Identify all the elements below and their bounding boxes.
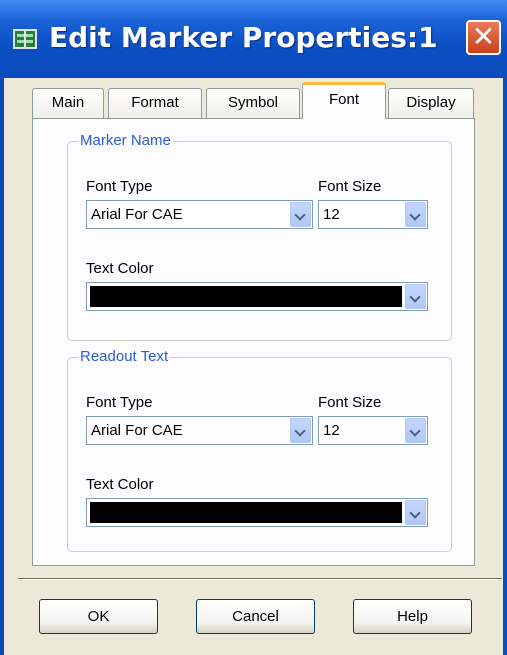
color-swatch: [90, 502, 402, 523]
font-size-select[interactable]: 12: [318, 416, 428, 445]
font-type-label: Font Type: [86, 178, 153, 195]
tab-format[interactable]: Format: [108, 88, 202, 118]
font-tab-panel: Marker Name Font Type Font Size Arial Fo…: [32, 118, 475, 566]
text-color-select[interactable]: [86, 498, 428, 527]
readout-text-group: Readout Text Font Type Font Size Arial F…: [67, 348, 452, 552]
chevron-down-icon[interactable]: [405, 418, 426, 443]
font-size-value: 12: [323, 206, 340, 223]
tab-main[interactable]: Main: [32, 88, 104, 118]
color-swatch: [90, 286, 402, 307]
window-frame-left: [0, 78, 4, 655]
group-title: Marker Name: [78, 132, 173, 150]
tab-label: Symbol: [227, 94, 279, 111]
tab-font[interactable]: Font: [302, 82, 386, 119]
grid-icon: [13, 29, 37, 49]
text-color-label: Text Color: [86, 476, 154, 493]
chevron-down-icon[interactable]: [290, 202, 311, 227]
chevron-down-icon[interactable]: [405, 500, 426, 525]
text-color-select[interactable]: [86, 282, 428, 311]
ok-button[interactable]: OK: [39, 599, 158, 634]
close-icon: ✕: [471, 20, 496, 53]
tab-display[interactable]: Display: [388, 88, 474, 118]
window-frame-right: [503, 78, 507, 655]
title-bar[interactable]: Edit Marker Properties:1 ✕: [0, 0, 507, 78]
help-button-label: Help: [397, 608, 428, 625]
font-type-value: Arial For CAE: [91, 206, 183, 223]
font-type-value: Arial For CAE: [91, 422, 183, 439]
tab-label: Format: [131, 94, 179, 111]
font-size-label: Font Size: [318, 394, 382, 411]
group-title: Readout Text: [78, 348, 171, 366]
tab-label: Display: [406, 94, 456, 111]
font-size-select[interactable]: 12: [318, 200, 428, 229]
chevron-down-icon[interactable]: [405, 202, 426, 227]
font-size-label: Font Size: [318, 178, 382, 195]
ok-button-label: OK: [87, 608, 110, 625]
tab-symbol[interactable]: Symbol: [206, 88, 300, 118]
font-type-label: Font Type: [86, 394, 153, 411]
tab-label: Main: [51, 94, 85, 111]
chevron-down-icon[interactable]: [290, 418, 311, 443]
cancel-button-label: Cancel: [232, 608, 279, 625]
text-color-label: Text Color: [86, 260, 154, 277]
marker-name-group: Marker Name Font Type Font Size Arial Fo…: [67, 132, 452, 341]
close-button[interactable]: ✕: [466, 20, 501, 55]
chevron-down-icon[interactable]: [405, 284, 426, 309]
tab-label: Font: [328, 91, 359, 108]
font-type-select[interactable]: Arial For CAE: [86, 416, 313, 445]
window-title: Edit Marker Properties:1: [49, 21, 438, 54]
separator-highlight: [18, 579, 502, 580]
font-type-select[interactable]: Arial For CAE: [86, 200, 313, 229]
help-button[interactable]: Help: [353, 599, 472, 634]
cancel-button[interactable]: Cancel: [196, 599, 315, 634]
font-size-value: 12: [323, 422, 340, 439]
